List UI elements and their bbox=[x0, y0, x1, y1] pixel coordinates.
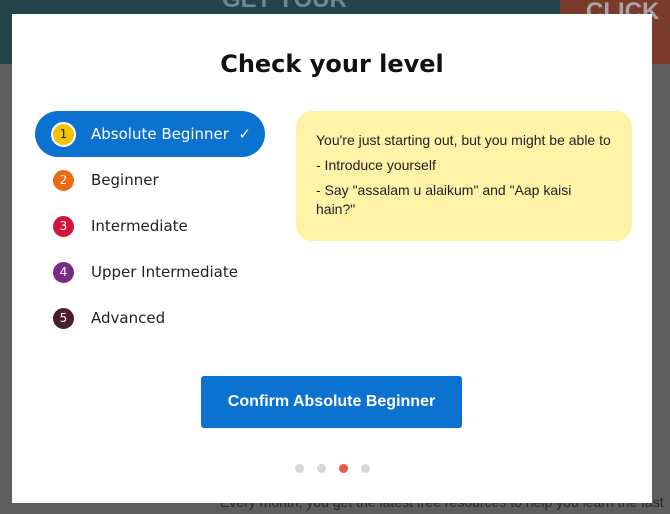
pagination-dot[interactable] bbox=[361, 464, 370, 473]
confirm-level-button[interactable]: Confirm Absolute Beginner bbox=[201, 376, 462, 428]
pagination-dot[interactable] bbox=[295, 464, 304, 473]
pagination-dot[interactable] bbox=[317, 464, 326, 473]
level-description: You're just starting out, but you might … bbox=[296, 111, 632, 241]
level-label: Upper Intermediate bbox=[91, 263, 238, 281]
level-number-badge: 5 bbox=[51, 305, 76, 331]
description-intro: You're just starting out, but you might … bbox=[316, 132, 611, 148]
level-modal: Check your level 1 Absolute Beginner ✓ 2 Beg… bbox=[12, 14, 652, 503]
level-label: Beginner bbox=[91, 171, 159, 189]
description-point: - Say "assalam u alaikum" and "Aap kaisi… bbox=[316, 182, 572, 217]
level-number-badge: 1 bbox=[51, 121, 76, 147]
banner-text: GET YOUR bbox=[222, 0, 347, 14]
modal-title: Check your level bbox=[220, 50, 444, 78]
level-number-badge: 2 bbox=[51, 167, 76, 193]
level-option-5[interactable]: 5 Advanced bbox=[35, 295, 265, 341]
level-label: Intermediate bbox=[91, 217, 188, 235]
check-icon: ✓ bbox=[238, 125, 251, 143]
level-label: Absolute Beginner bbox=[91, 125, 229, 143]
level-number-badge: 4 bbox=[51, 259, 76, 285]
level-list: 1 Absolute Beginner ✓ 2 Beginner 3 Intermediat… bbox=[35, 111, 265, 341]
level-option-1[interactable]: 1 Absolute Beginner ✓ bbox=[35, 111, 265, 157]
level-number-badge: 3 bbox=[51, 213, 76, 239]
level-option-2[interactable]: 2 Beginner bbox=[35, 157, 265, 203]
level-label: Advanced bbox=[91, 309, 166, 327]
level-option-3[interactable]: 3 Intermediate bbox=[35, 203, 265, 249]
pagination-dots bbox=[295, 464, 370, 473]
level-option-4[interactable]: 4 Upper Intermediate bbox=[35, 249, 265, 295]
pagination-dot[interactable] bbox=[339, 464, 348, 473]
description-point: - Introduce yourself bbox=[316, 157, 436, 173]
